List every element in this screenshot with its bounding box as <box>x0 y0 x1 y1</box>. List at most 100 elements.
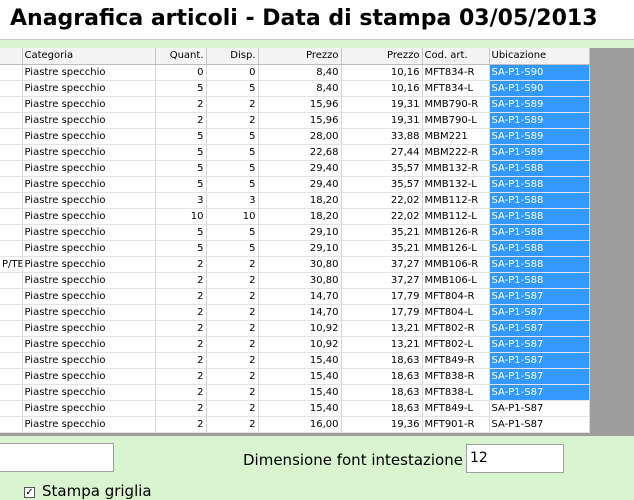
cell-cod-art[interactable]: MMB126-L <box>422 240 490 257</box>
row-cell-code[interactable] <box>0 224 23 241</box>
cell-ubicazione[interactable]: SA-P1-S87 <box>489 416 590 433</box>
table-row[interactable]: Piastre specchio 5 5 29,40 35,57 MMB132-L SA-P… <box>0 176 590 193</box>
cell-categoria[interactable]: Piastre specchio <box>22 320 156 337</box>
cell-quant[interactable]: 3 <box>155 192 207 209</box>
cell-quant[interactable]: 5 <box>155 144 207 161</box>
cell-quant[interactable]: 5 <box>155 176 207 193</box>
cell-cod-art[interactable]: MFT804-R <box>422 288 490 305</box>
column-header-prezzo-ivato[interactable]: Prezzo <box>341 48 423 65</box>
cell-ubicazione[interactable]: SA-P1-S88 <box>489 160 590 177</box>
column-header-quant[interactable]: Quant. <box>155 48 207 65</box>
cell-cod-art[interactable]: MMB106-L <box>422 272 490 289</box>
cell-categoria[interactable]: Piastre specchio <box>22 240 156 257</box>
cell-prezzo-ivato[interactable]: 18,63 <box>341 368 423 385</box>
cell-categoria[interactable]: Piastre specchio <box>22 176 156 193</box>
cell-prezzo-ivato[interactable]: 37,27 <box>341 256 423 273</box>
column-header-prezzo[interactable]: Prezzo <box>258 48 342 65</box>
cell-prezzo-ivato[interactable]: 35,21 <box>341 240 423 257</box>
table-row[interactable]: Piastre specchio 5 5 29,10 35,21 MMB126-L SA-P… <box>0 240 590 257</box>
cell-quant[interactable]: 5 <box>155 128 207 145</box>
cell-quant[interactable]: 2 <box>155 416 207 433</box>
table-row[interactable]: Piastre specchio 2 2 15,96 19,31 MMB790-L SA-P… <box>0 112 590 129</box>
table-row[interactable]: Piastre specchio 2 2 16,00 19,36 MFT901-R SA-P… <box>0 416 590 433</box>
cell-categoria[interactable]: Piastre specchio <box>22 272 156 289</box>
cell-prezzo[interactable]: 8,40 <box>258 64 342 81</box>
cell-disp[interactable]: 2 <box>206 112 259 129</box>
cell-categoria[interactable]: Piastre specchio <box>22 96 156 113</box>
cell-categoria[interactable]: Piastre specchio <box>22 80 156 97</box>
row-cell-code[interactable] <box>0 176 23 193</box>
cell-categoria[interactable]: Piastre specchio <box>22 160 156 177</box>
cell-prezzo-ivato[interactable]: 27,44 <box>341 144 423 161</box>
row-cell-code[interactable] <box>0 272 23 289</box>
cell-prezzo[interactable]: 29,10 <box>258 240 342 257</box>
cell-prezzo[interactable]: 15,96 <box>258 112 342 129</box>
cell-prezzo-ivato[interactable]: 18,63 <box>341 352 423 369</box>
cell-cod-art[interactable]: MFT838-R <box>422 368 490 385</box>
cell-categoria[interactable]: Piastre specchio <box>22 336 156 353</box>
cell-prezzo-ivato[interactable]: 19,36 <box>341 416 423 433</box>
cell-quant[interactable]: 5 <box>155 224 207 241</box>
cell-cod-art[interactable]: MFT849-R <box>422 352 490 369</box>
table-row[interactable]: Piastre specchio 5 5 8,40 10,16 MFT834-L SA-P1… <box>0 80 590 97</box>
cell-ubicazione[interactable]: SA-P1-S87 <box>489 304 590 321</box>
cell-categoria[interactable]: Piastre specchio <box>22 64 156 81</box>
cell-prezzo[interactable]: 10,92 <box>258 320 342 337</box>
cell-disp[interactable]: 2 <box>206 272 259 289</box>
cell-disp[interactable]: 5 <box>206 80 259 97</box>
cell-prezzo-ivato[interactable]: 35,57 <box>341 176 423 193</box>
table-row[interactable]: Piastre specchio 5 5 28,00 33,88 MBM221 SA-P1-… <box>0 128 590 145</box>
cell-prezzo-ivato[interactable]: 10,16 <box>341 80 423 97</box>
cell-ubicazione[interactable]: SA-P1-S89 <box>489 128 590 145</box>
cell-cod-art[interactable]: MMB126-R <box>422 224 490 241</box>
cell-quant[interactable]: 2 <box>155 288 207 305</box>
cell-quant[interactable]: 2 <box>155 304 207 321</box>
cell-ubicazione[interactable]: SA-P1-S88 <box>489 240 590 257</box>
row-cell-code[interactable] <box>0 384 23 401</box>
cell-prezzo-ivato[interactable]: 18,63 <box>341 384 423 401</box>
cell-cod-art[interactable]: MMB790-R <box>422 96 490 113</box>
cell-disp[interactable]: 2 <box>206 320 259 337</box>
row-cell-code[interactable] <box>0 160 23 177</box>
cell-ubicazione[interactable]: SA-P1-S87 <box>489 352 590 369</box>
cell-disp[interactable]: 2 <box>206 384 259 401</box>
cell-prezzo-ivato[interactable]: 33,88 <box>341 128 423 145</box>
table-row[interactable]: Piastre specchio 3 3 18,20 22,02 MMB112-R SA-P… <box>0 192 590 209</box>
cell-prezzo-ivato[interactable]: 35,57 <box>341 160 423 177</box>
cell-ubicazione[interactable]: SA-P1-S87 <box>489 400 590 417</box>
cell-cod-art[interactable]: MMB132-L <box>422 176 490 193</box>
table-row[interactable]: P/TE Piastre specchio 2 2 30,80 37,27 MMB106-R… <box>0 256 590 273</box>
table-row[interactable]: Piastre specchio 2 2 15,40 18,63 MFT838-L SA-P… <box>0 384 590 401</box>
cell-categoria[interactable]: Piastre specchio <box>22 144 156 161</box>
cell-prezzo[interactable]: 15,40 <box>258 400 342 417</box>
row-cell-code[interactable] <box>0 400 23 417</box>
row-cell-code[interactable] <box>0 288 23 305</box>
cell-cod-art[interactable]: MFT834-L <box>422 80 490 97</box>
cell-prezzo-ivato[interactable]: 35,21 <box>341 224 423 241</box>
cell-categoria[interactable]: Piastre specchio <box>22 400 156 417</box>
cell-quant[interactable]: 2 <box>155 272 207 289</box>
cell-prezzo[interactable]: 15,40 <box>258 352 342 369</box>
print-grid-checkbox[interactable]: ✓ <box>24 487 35 498</box>
cell-prezzo[interactable]: 8,40 <box>258 80 342 97</box>
cell-cod-art[interactable]: MFT802-R <box>422 320 490 337</box>
cell-quant[interactable]: 2 <box>155 336 207 353</box>
cell-categoria[interactable]: Piastre specchio <box>22 208 156 225</box>
cell-prezzo[interactable]: 29,10 <box>258 224 342 241</box>
cell-quant[interactable]: 2 <box>155 256 207 273</box>
cell-categoria[interactable]: Piastre specchio <box>22 416 156 433</box>
cell-prezzo[interactable]: 29,40 <box>258 160 342 177</box>
cell-prezzo-ivato[interactable]: 17,79 <box>341 304 423 321</box>
cell-cod-art[interactable]: MMB106-R <box>422 256 490 273</box>
row-cell-code[interactable] <box>0 144 23 161</box>
cell-disp[interactable]: 2 <box>206 336 259 353</box>
cell-cod-art[interactable]: MBM222-R <box>422 144 490 161</box>
cell-cod-art[interactable]: MFT804-L <box>422 304 490 321</box>
cell-cod-art[interactable]: MMB112-L <box>422 208 490 225</box>
cell-categoria[interactable]: Piastre specchio <box>22 192 156 209</box>
cell-prezzo[interactable]: 18,20 <box>258 192 342 209</box>
cell-disp[interactable]: 5 <box>206 144 259 161</box>
cell-cod-art[interactable]: MMB790-L <box>422 112 490 129</box>
cell-quant[interactable]: 10 <box>155 208 207 225</box>
cell-disp[interactable]: 10 <box>206 208 259 225</box>
